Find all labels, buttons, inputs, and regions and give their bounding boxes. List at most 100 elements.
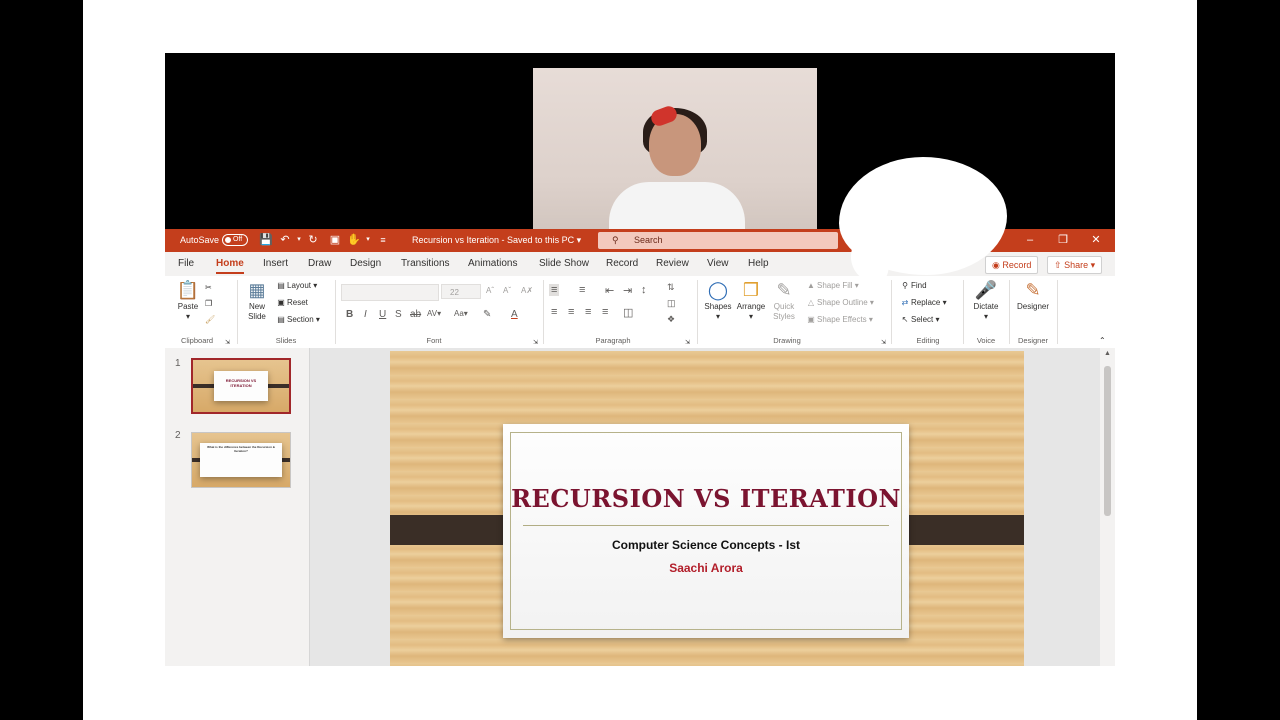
copy-icon[interactable]: ❐	[205, 297, 212, 311]
numbering-icon[interactable]: ≡	[579, 284, 585, 296]
tab-animations[interactable]: Animations	[468, 252, 517, 276]
shapes-dropdown-icon: ▾	[715, 312, 720, 321]
slides-group-label: Slides	[275, 336, 297, 345]
minimize-icon[interactable]: –	[1013, 229, 1047, 252]
group-separator	[891, 280, 892, 344]
document-title[interactable]: Recursion vs Iteration - Saved to this P…	[412, 229, 581, 252]
slide-canvas[interactable]: RECURSION VS ITERATION Computer Science …	[390, 351, 1024, 666]
vertical-scrollbar[interactable]: ▲	[1100, 348, 1115, 666]
replace-button[interactable]: ⇄ Replace ▾	[899, 296, 947, 310]
tab-view[interactable]: View	[707, 252, 729, 276]
restore-icon[interactable]: ❐	[1046, 229, 1080, 252]
character-spacing-icon[interactable]: AV▾	[427, 309, 441, 318]
line-spacing-icon[interactable]: ↕	[641, 284, 647, 296]
paste-button[interactable]: 📋 Paste ▾	[175, 280, 201, 322]
section-button[interactable]: ▤ Section ▾	[275, 313, 320, 327]
designer-icon: ✎	[1025, 280, 1041, 300]
shape-fill-button[interactable]: ▲ Shape Fill ▾	[805, 279, 859, 293]
quick-styles-button[interactable]: ✎ Quick Styles	[769, 280, 799, 322]
shadow-icon[interactable]: S	[395, 309, 402, 320]
highlight-icon[interactable]: ✎	[483, 309, 491, 320]
arrange-button[interactable]: ❒ Arrange ▾	[735, 280, 767, 322]
autosave-state: Off	[233, 236, 243, 243]
decrease-indent-icon[interactable]: ⇤	[605, 284, 614, 297]
font-name-field[interactable]	[341, 284, 439, 301]
select-button[interactable]: ↖ Select ▾	[899, 313, 940, 327]
justify-icon[interactable]: ≡	[602, 306, 608, 318]
tab-transitions[interactable]: Transitions	[401, 252, 450, 276]
left-dark-band	[390, 515, 518, 545]
paste-dropdown-icon: ▾	[185, 312, 190, 321]
text-direction-icon[interactable]: ⇅	[667, 282, 675, 293]
tab-draw[interactable]: Draw	[308, 252, 331, 276]
font-color-icon[interactable]: A	[511, 309, 518, 320]
save-icon[interactable]: 💾	[259, 234, 273, 246]
find-button[interactable]: ⚲ Find	[899, 279, 927, 293]
format-painter-icon[interactable]: 🖌	[205, 313, 215, 327]
align-left-icon[interactable]: ≡	[551, 306, 557, 318]
touch-dropdown-icon[interactable]: ▾	[362, 234, 374, 246]
slide-thumbnail-1[interactable]: RECURSION VS ITERATION	[191, 358, 291, 414]
tab-file[interactable]: File	[178, 252, 194, 276]
shapes-button[interactable]: ◯ Shapes ▾	[703, 280, 733, 322]
align-text-icon[interactable]: ◫	[667, 298, 676, 309]
reset-button[interactable]: ▣ Reset	[275, 296, 308, 310]
bullets-icon[interactable]: ≡	[549, 284, 560, 296]
shape-outline-button[interactable]: △ Shape Outline ▾	[805, 296, 874, 310]
font-group-label: Font	[426, 336, 442, 345]
scroll-up-icon[interactable]: ▲	[1100, 350, 1115, 357]
tab-review[interactable]: Review	[656, 252, 689, 276]
slide-subtitle[interactable]: Computer Science Concepts - Ist	[503, 538, 909, 552]
undo-icon[interactable]: ↶	[279, 234, 291, 246]
share-button[interactable]: ⇧ Share ▾	[1047, 256, 1103, 274]
close-icon[interactable]: ✕	[1079, 229, 1113, 252]
microphone-icon: 🎤	[974, 280, 998, 300]
slide-title[interactable]: RECURSION VS ITERATION	[503, 484, 909, 513]
layout-button[interactable]: ▤ Layout ▾	[275, 279, 317, 293]
dictate-button[interactable]: 🎤 Dictate ▾	[969, 280, 1003, 322]
record-button[interactable]: ◉ Record	[985, 256, 1039, 274]
webcam-overlay	[533, 68, 817, 230]
present-icon[interactable]: ▣	[329, 234, 341, 246]
columns-icon[interactable]: ◫	[623, 306, 633, 319]
cut-icon[interactable]: ✂	[205, 281, 212, 295]
shrink-font-icon[interactable]: Aˇ	[503, 284, 511, 298]
redo-icon[interactable]: ↻	[307, 234, 319, 246]
align-center-icon[interactable]: ≡	[568, 306, 574, 318]
font-size-field[interactable]: 22	[441, 284, 481, 299]
tab-insert[interactable]: Insert	[263, 252, 288, 276]
new-slide-button[interactable]: ▦ New Slide	[242, 280, 272, 322]
slide-thumbnail-2[interactable]: What is the difference between the Recur…	[191, 432, 291, 488]
section-icon: ▤	[277, 315, 285, 324]
tab-help[interactable]: Help	[748, 252, 769, 276]
powerpoint-window: AutoSave Off 💾 ↶ ▾ ↻ ▣ ✋ ▾ ≡ Recursion v…	[165, 229, 1115, 666]
shape-effects-button[interactable]: ▣ Shape Effects ▾	[805, 313, 873, 327]
workspace: 1 RECURSION VS ITERATION 2 What is the d…	[165, 348, 1115, 666]
bold-icon[interactable]: B	[346, 309, 353, 320]
grow-font-icon[interactable]: Aˆ	[486, 284, 494, 298]
collapse-ribbon-icon[interactable]: ⌃	[1099, 334, 1106, 348]
italic-icon[interactable]: I	[364, 309, 367, 320]
align-right-icon[interactable]: ≡	[585, 306, 591, 318]
clear-formatting-icon[interactable]: A✗	[521, 284, 533, 298]
scrollbar-thumb[interactable]	[1104, 366, 1111, 516]
ribbon: 📋 Paste ▾ ✂ ❐ 🖌 Clipboard ⇲ ▦ New Slide …	[165, 276, 1115, 349]
group-separator	[1009, 280, 1010, 344]
touch-mode-icon[interactable]: ✋	[347, 234, 361, 246]
tab-home[interactable]: Home	[216, 252, 244, 276]
slide-author[interactable]: Saachi Arora	[503, 561, 909, 575]
tab-record[interactable]: Record	[606, 252, 638, 276]
customize-qat-icon[interactable]: ≡	[377, 234, 389, 246]
smartart-icon[interactable]: ❖	[667, 314, 675, 325]
tab-slide-show[interactable]: Slide Show	[539, 252, 589, 276]
undo-dropdown-icon[interactable]: ▾	[293, 234, 305, 246]
toggle-knob	[225, 237, 231, 243]
tab-design[interactable]: Design	[350, 252, 381, 276]
change-case-icon[interactable]: Aa▾	[454, 309, 468, 318]
search-box[interactable]: ⚲ Search	[598, 232, 838, 249]
underline-icon[interactable]: U	[379, 309, 386, 320]
autosave-toggle[interactable]: Off	[222, 234, 248, 246]
increase-indent-icon[interactable]: ⇥	[623, 284, 632, 297]
strikethrough-icon[interactable]: ab	[410, 309, 421, 320]
designer-button[interactable]: ✎ Designer	[1013, 280, 1053, 312]
